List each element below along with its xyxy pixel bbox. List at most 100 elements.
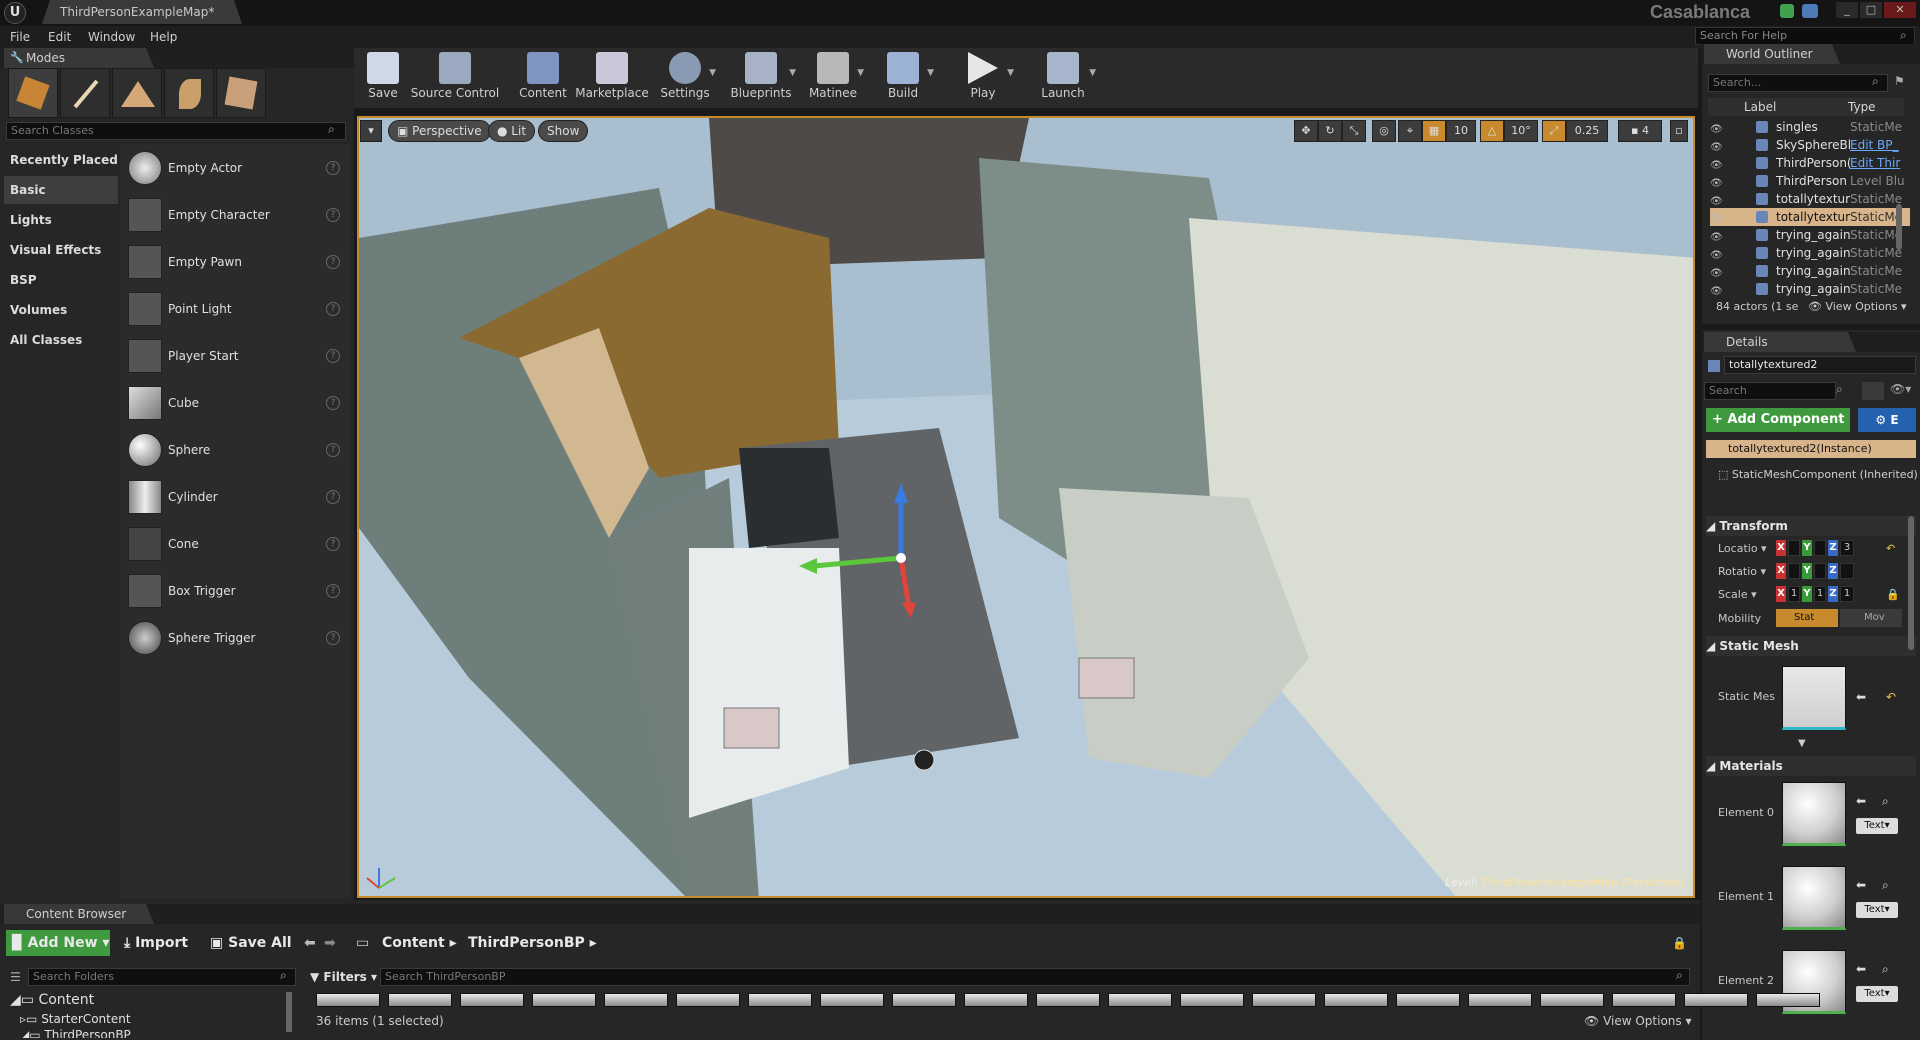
source-control-button[interactable]: Source Control — [410, 48, 500, 104]
lit-button[interactable]: ● Lit — [488, 120, 536, 142]
help-icon[interactable]: ? — [326, 302, 340, 316]
location-z-input[interactable]: 3 — [1840, 540, 1854, 556]
asset-thumbnail[interactable] — [1540, 993, 1604, 1007]
asset-thumbnail[interactable] — [316, 993, 380, 1007]
expand-arrow-icon[interactable]: ▼ — [1798, 738, 1806, 749]
close-button[interactable]: ✕ — [1884, 2, 1916, 18]
history-forward-icon[interactable]: ➡ — [324, 930, 336, 956]
place-mode-button[interactable] — [8, 68, 58, 118]
visibility-eye-icon[interactable]: 👁 — [1710, 247, 1724, 261]
asset-thumbnail[interactable] — [1036, 993, 1100, 1007]
category-all-classes[interactable]: All Classes — [4, 326, 118, 354]
place-item-box-trigger[interactable]: Box Trigger? — [128, 570, 348, 614]
asset-search-input[interactable]: Search ThirdPersonBP — [380, 968, 1690, 986]
minimize-button[interactable]: _ — [1836, 2, 1858, 18]
help-icon[interactable]: ? — [326, 208, 340, 222]
outliner-options-icon[interactable]: ⚑ — [1894, 74, 1905, 88]
asset-thumbnail[interactable] — [676, 993, 740, 1007]
scale-tool-icon[interactable]: ⤡ — [1342, 120, 1366, 142]
grid-snap-icon[interactable]: ▦ — [1422, 120, 1446, 142]
blueprints-button[interactable]: Blueprints ▼ — [724, 48, 798, 104]
asset-thumbnail[interactable] — [1396, 993, 1460, 1007]
asset-thumbnail[interactable] — [532, 993, 596, 1007]
details-tab[interactable]: Details — [1704, 332, 1856, 352]
category-basic[interactable]: Basic — [4, 176, 118, 204]
marketplace-button[interactable]: Marketplace — [572, 48, 652, 104]
details-search-input[interactable]: Search — [1704, 382, 1836, 400]
asset-thumbnail[interactable] — [1108, 993, 1172, 1007]
asset-thumbnail[interactable] — [820, 993, 884, 1007]
asset-thumbnail[interactable] — [1684, 993, 1748, 1007]
asset-thumbnail[interactable] — [460, 993, 524, 1007]
visibility-eye-icon[interactable]: 👁 — [1710, 139, 1724, 153]
place-item-cone[interactable]: Cone? — [128, 523, 348, 567]
rotation-z-input[interactable] — [1840, 563, 1854, 579]
place-item-empty-character[interactable]: Empty Character? — [128, 194, 348, 238]
help-icon[interactable]: ? — [326, 443, 340, 457]
outliner-row[interactable]: 👁 trying_again StaticMe — [1710, 262, 1910, 280]
rotation-y-input[interactable] — [1814, 563, 1826, 579]
world-space-icon[interactable]: ◎ — [1372, 120, 1396, 142]
rotation-x-input[interactable] — [1788, 563, 1800, 579]
reset-location-icon[interactable]: ↶ — [1886, 542, 1895, 555]
type-column-header[interactable]: Type — [1848, 98, 1876, 116]
place-item-cylinder[interactable]: Cylinder? — [128, 476, 348, 520]
asset-thumbnail[interactable] — [892, 993, 956, 1007]
world-outliner-tab[interactable]: World Outliner — [1704, 44, 1840, 64]
help-icon[interactable]: ? — [326, 255, 340, 269]
visibility-eye-icon[interactable]: 👁 — [1710, 211, 1724, 225]
category-volumes[interactable]: Volumes — [4, 296, 118, 324]
breadcrumb-content[interactable]: Content ▸ — [382, 930, 457, 956]
asset-thumbnail[interactable] — [604, 993, 668, 1007]
folder-scrollbar[interactable] — [286, 992, 292, 1032]
geometry-mode-button[interactable] — [216, 68, 266, 118]
asset-thumbnail[interactable] — [964, 993, 1028, 1007]
translate-tool-icon[interactable]: ✥ — [1294, 120, 1318, 142]
outliner-view-options[interactable]: 👁 View Options ▾ — [1808, 300, 1907, 313]
static-mesh-section-header[interactable]: ◢ Static Mesh — [1706, 636, 1916, 656]
add-component-button[interactable]: + Add Component ▾ — [1706, 408, 1850, 451]
menu-window[interactable]: Window — [88, 26, 135, 48]
category-lights[interactable]: Lights — [4, 206, 118, 234]
material-text-dropdown[interactable]: Text▾ — [1856, 818, 1898, 834]
help-icon[interactable]: ? — [326, 631, 340, 645]
place-item-empty-actor[interactable]: Empty Actor? — [128, 147, 348, 191]
menu-help[interactable]: Help — [150, 26, 177, 48]
component-instance-row[interactable]: totallytextured2(Instance) — [1706, 440, 1916, 458]
modes-tab[interactable]: Modes — [4, 48, 154, 68]
visibility-eye-icon[interactable]: 👁 — [1710, 283, 1724, 297]
visibility-eye-icon[interactable]: 👁 — [1710, 175, 1724, 189]
reset-mesh-icon[interactable]: ↶ — [1886, 690, 1896, 704]
import-button[interactable]: ⤓ Import — [124, 930, 188, 956]
outliner-row[interactable]: 👁 trying_again StaticMe — [1710, 244, 1910, 262]
filters-button[interactable]: ▼ Filters ▾ — [310, 968, 377, 986]
place-item-point-light[interactable]: Point Light? — [128, 288, 348, 332]
grid-snap-value[interactable]: 10 — [1446, 120, 1476, 142]
scale-z-input[interactable]: 1 — [1840, 586, 1854, 602]
transform-section-header[interactable]: ◢ Transform — [1706, 516, 1916, 536]
paint-mode-button[interactable] — [60, 68, 110, 118]
material-thumbnail[interactable] — [1782, 866, 1846, 930]
use-selected-arrow-icon[interactable]: ⬅ — [1856, 878, 1866, 892]
label-column-header[interactable]: Label — [1744, 98, 1776, 116]
search-classes-input[interactable]: Search Classes — [6, 122, 346, 140]
browse-search-icon[interactable]: ⌕ — [1882, 878, 1889, 893]
build-button[interactable]: Build ▼ — [870, 48, 936, 104]
document-tab[interactable]: ThirdPersonExampleMap* — [42, 0, 242, 24]
sources-toggle-icon[interactable]: ☰ — [10, 970, 21, 984]
level-viewport[interactable] — [357, 116, 1695, 898]
material-thumbnail[interactable] — [1782, 782, 1846, 846]
notification-icon[interactable] — [1802, 4, 1818, 18]
outliner-search-input[interactable]: Search... — [1708, 74, 1888, 92]
content-browser-tab[interactable]: Content Browser — [4, 904, 154, 924]
lock-icon[interactable]: 🔒 — [1672, 936, 1687, 950]
lock-scale-icon[interactable]: 🔒 — [1886, 588, 1900, 601]
use-selected-arrow-icon[interactable]: ⬅ — [1856, 962, 1866, 976]
asset-thumbnail[interactable] — [1252, 993, 1316, 1007]
place-item-empty-pawn[interactable]: Empty Pawn? — [128, 241, 348, 285]
property-matrix-icon[interactable] — [1862, 382, 1884, 400]
tree-content[interactable]: ◢▭ Content — [10, 992, 94, 1008]
visibility-eye-icon[interactable]: 👁 — [1710, 193, 1724, 207]
settings-button[interactable]: Settings ▼ — [652, 48, 718, 104]
outliner-row[interactable]: 👁 trying_again StaticMe — [1710, 280, 1910, 298]
